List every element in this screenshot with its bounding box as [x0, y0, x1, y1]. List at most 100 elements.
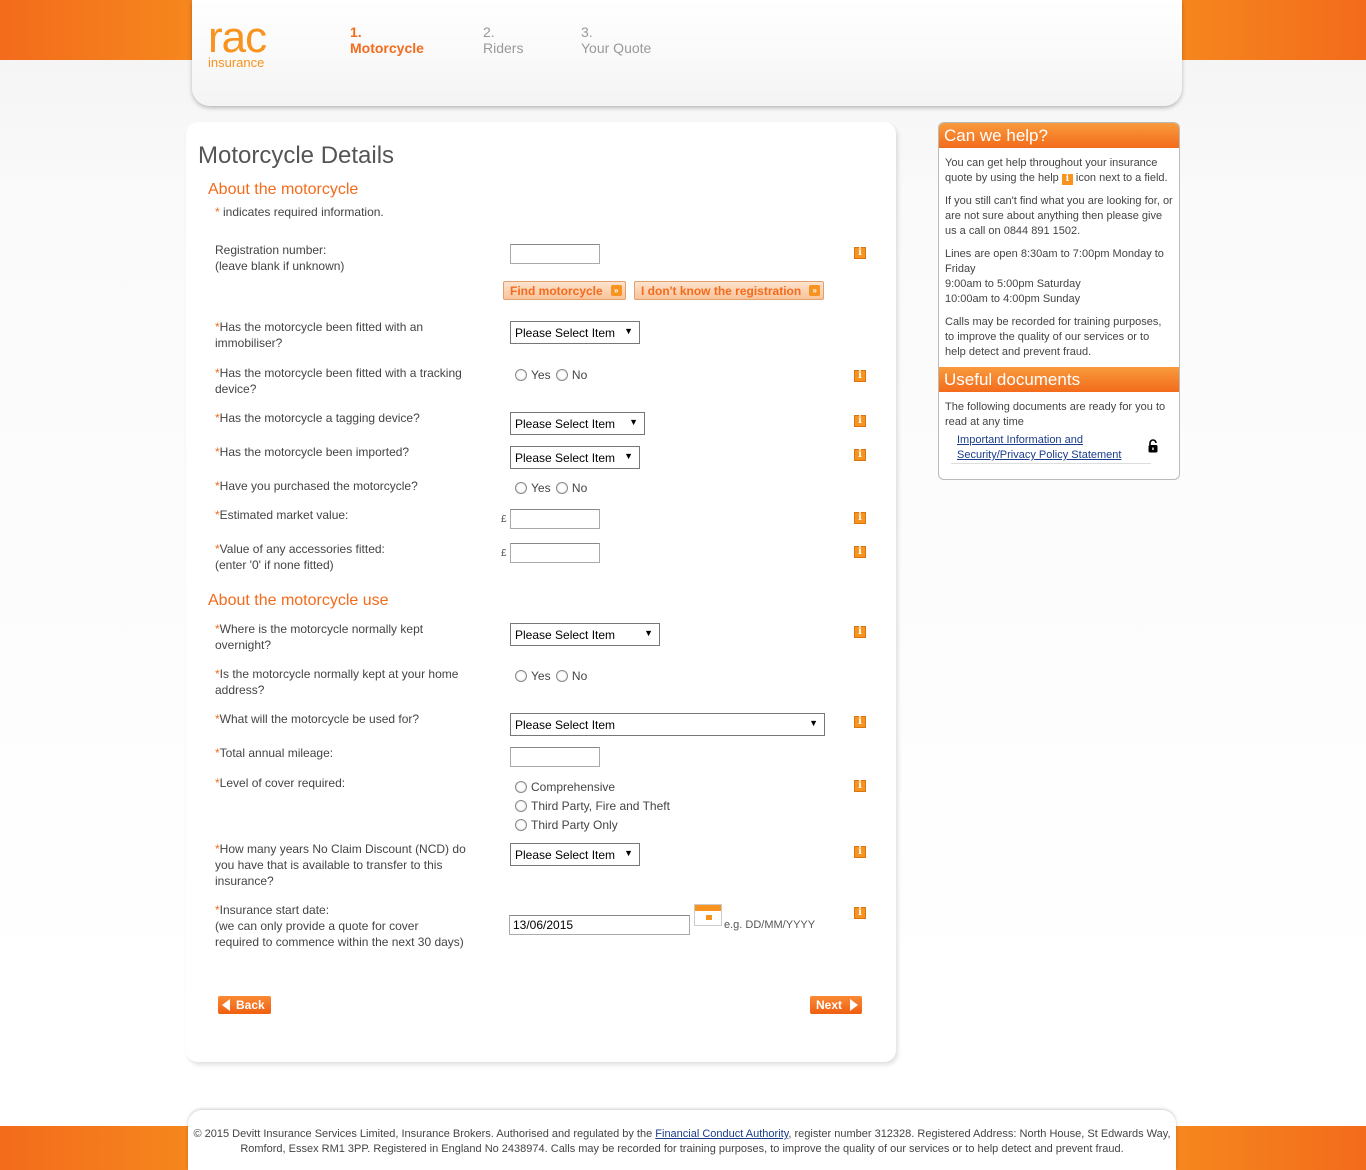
cover-comprehensive-radio[interactable] — [515, 781, 527, 793]
select-value: Please Select Item — [515, 326, 616, 340]
chevron-down-icon: ▼ — [624, 848, 633, 858]
section-about-motorcycle: About the motorcycle — [208, 181, 359, 198]
select-value: Please Select Item — [515, 628, 616, 642]
info-icon[interactable]: i — [854, 846, 866, 858]
accessories-input[interactable] — [510, 543, 600, 563]
tracking-no-radio[interactable] — [555, 369, 568, 381]
immobiliser-select[interactable]: Please Select Item ▼ — [510, 321, 640, 344]
cover-option: Third Party Only — [515, 816, 670, 835]
tracking-yes-radio[interactable] — [515, 369, 527, 381]
kept-home-label: *Is the motorcycle normally kept at your… — [215, 666, 470, 698]
divider — [951, 463, 1151, 464]
opening-hours-saturday: 9:00am to 5:00pm Saturday — [945, 278, 1081, 290]
step-motorcycle: 1. Motorcycle — [350, 24, 424, 56]
help-paragraph-2: If you still can't find what you are loo… — [945, 195, 1173, 237]
select-value: Please Select Item — [515, 451, 616, 465]
find-motorcycle-label: Find motorcycle — [510, 284, 603, 298]
start-date-input[interactable] — [509, 915, 690, 935]
info-icon[interactable]: i — [854, 626, 866, 638]
kept-home-text: Is the motorcycle normally kept at your … — [215, 667, 459, 697]
imported-text: Has the motorcycle been imported? — [219, 445, 410, 459]
required-note: * indicates required information. — [215, 205, 384, 219]
purchased-yes-radio[interactable] — [515, 482, 527, 494]
documents-intro: The following documents are ready for yo… — [945, 401, 1166, 428]
step-number: 3. — [581, 24, 593, 40]
info-icon[interactable]: i — [854, 370, 866, 382]
fca-link[interactable]: Financial Conduct Authority — [655, 1128, 788, 1140]
tagging-text: Has the motorcycle a tagging device? — [219, 411, 420, 425]
info-icon[interactable]: i — [854, 415, 866, 427]
purchased-no-radio[interactable] — [555, 482, 568, 494]
yes-label: Yes — [531, 669, 551, 683]
back-button[interactable]: Back — [218, 996, 271, 1014]
help-paragraph-3: Lines are open 8:30am to 7:00pm Monday t… — [939, 247, 1179, 307]
cover-text: Level of cover required: — [219, 776, 346, 790]
imported-select[interactable]: Please Select Item ▼ — [510, 446, 640, 469]
ncd-select[interactable]: Please Select Item ▼ — [510, 843, 640, 866]
chevron-down-icon: ▼ — [624, 451, 633, 461]
date-format-hint: e.g. DD/MM/YYYY — [724, 919, 816, 931]
used-for-text: What will the motorcycle be used for? — [219, 712, 420, 726]
tagging-label: *Has the motorcycle a tagging device? — [215, 410, 470, 426]
info-icon[interactable]: i — [854, 449, 866, 461]
help-text: icon next to a field. — [1072, 172, 1168, 184]
info-icon[interactable]: i — [854, 907, 866, 919]
market-value-input[interactable] — [510, 509, 600, 529]
step-number: 2. — [483, 24, 495, 40]
kept-overnight-select[interactable]: Please Select Item ▼ — [510, 623, 660, 646]
info-icon[interactable]: i — [854, 546, 866, 558]
dont-know-label: I don't know the registration — [641, 284, 802, 298]
step-label: Motorcycle — [350, 40, 424, 56]
kept-home-yes-radio[interactable] — [515, 670, 527, 682]
arrow-icon: » — [610, 285, 622, 296]
market-value-text: Estimated market value: — [219, 508, 349, 522]
chevron-down-icon: ▼ — [809, 718, 818, 728]
info-icon[interactable]: i — [854, 512, 866, 524]
pound-symbol: £ — [501, 548, 507, 559]
purchased-label: *Have you purchased the motorcycle? — [215, 478, 470, 494]
kept-home-no-radio[interactable] — [555, 670, 568, 682]
registration-input[interactable] — [510, 244, 600, 264]
next-label: Next — [816, 998, 843, 1012]
arrow-icon: » — [809, 285, 821, 296]
calendar-icon[interactable] — [694, 904, 722, 926]
step-label: Your Quote — [581, 40, 652, 56]
required-note-text: indicates required information. — [219, 205, 384, 219]
step-riders: 2. Riders — [483, 24, 523, 56]
footer: © 2015 Devitt Insurance Services Limited… — [188, 1110, 1176, 1170]
info-icon[interactable]: i — [854, 247, 866, 259]
header: rac insurance 1. Motorcycle 2. Riders 3.… — [192, 0, 1182, 106]
cover-tpft-radio[interactable] — [515, 800, 527, 812]
help-sidebar: Can we help? You can get help throughout… — [938, 122, 1180, 480]
info-icon[interactable]: i — [854, 716, 866, 728]
imported-label: *Has the motorcycle been imported? — [215, 444, 470, 460]
next-button[interactable]: Next — [810, 996, 863, 1014]
market-value-label: *Estimated market value: — [215, 507, 470, 523]
cover-option-label: Third Party Only — [531, 818, 618, 832]
help-paragraph-1: You can get help throughout your insuran… — [939, 156, 1179, 186]
cover-tpo-radio[interactable] — [515, 819, 527, 831]
tagging-select[interactable]: Please Select Item ▼ — [510, 412, 645, 435]
tracking-text: Has the motorcycle been fitted with a tr… — [215, 366, 462, 396]
arrow-right-icon — [850, 999, 859, 1011]
back-label: Back — [236, 998, 265, 1012]
yes-label: Yes — [531, 481, 551, 495]
section-about-motorcycle-use: About the motorcycle use — [208, 592, 389, 609]
cover-option-label: Third Party, Fire and Theft — [531, 799, 670, 813]
step-your-quote: 3. Your Quote — [581, 24, 651, 56]
used-for-select[interactable]: Please Select Item ▼ — [510, 713, 825, 736]
no-label: No — [571, 368, 588, 382]
rac-logo[interactable]: rac insurance — [208, 16, 267, 71]
no-label: No — [571, 481, 588, 495]
help-title: Can we help? — [939, 123, 1179, 148]
mileage-label: *Total annual mileage: — [215, 745, 470, 761]
step-label: Riders — [483, 40, 524, 56]
opening-hours-sunday: 10:00am to 4:00pm Sunday — [945, 293, 1081, 305]
tracking-radio-group: Yes No — [515, 368, 587, 382]
dont-know-registration-button[interactable]: I don't know the registration » — [634, 281, 825, 300]
info-icon[interactable]: i — [854, 780, 866, 792]
find-motorcycle-button[interactable]: Find motorcycle » — [503, 281, 626, 300]
mileage-input[interactable] — [510, 747, 600, 767]
cover-radio-group: Comprehensive Third Party, Fire and Thef… — [515, 778, 670, 835]
important-info-link[interactable]: Important Information and Security/Priva… — [957, 433, 1137, 463]
